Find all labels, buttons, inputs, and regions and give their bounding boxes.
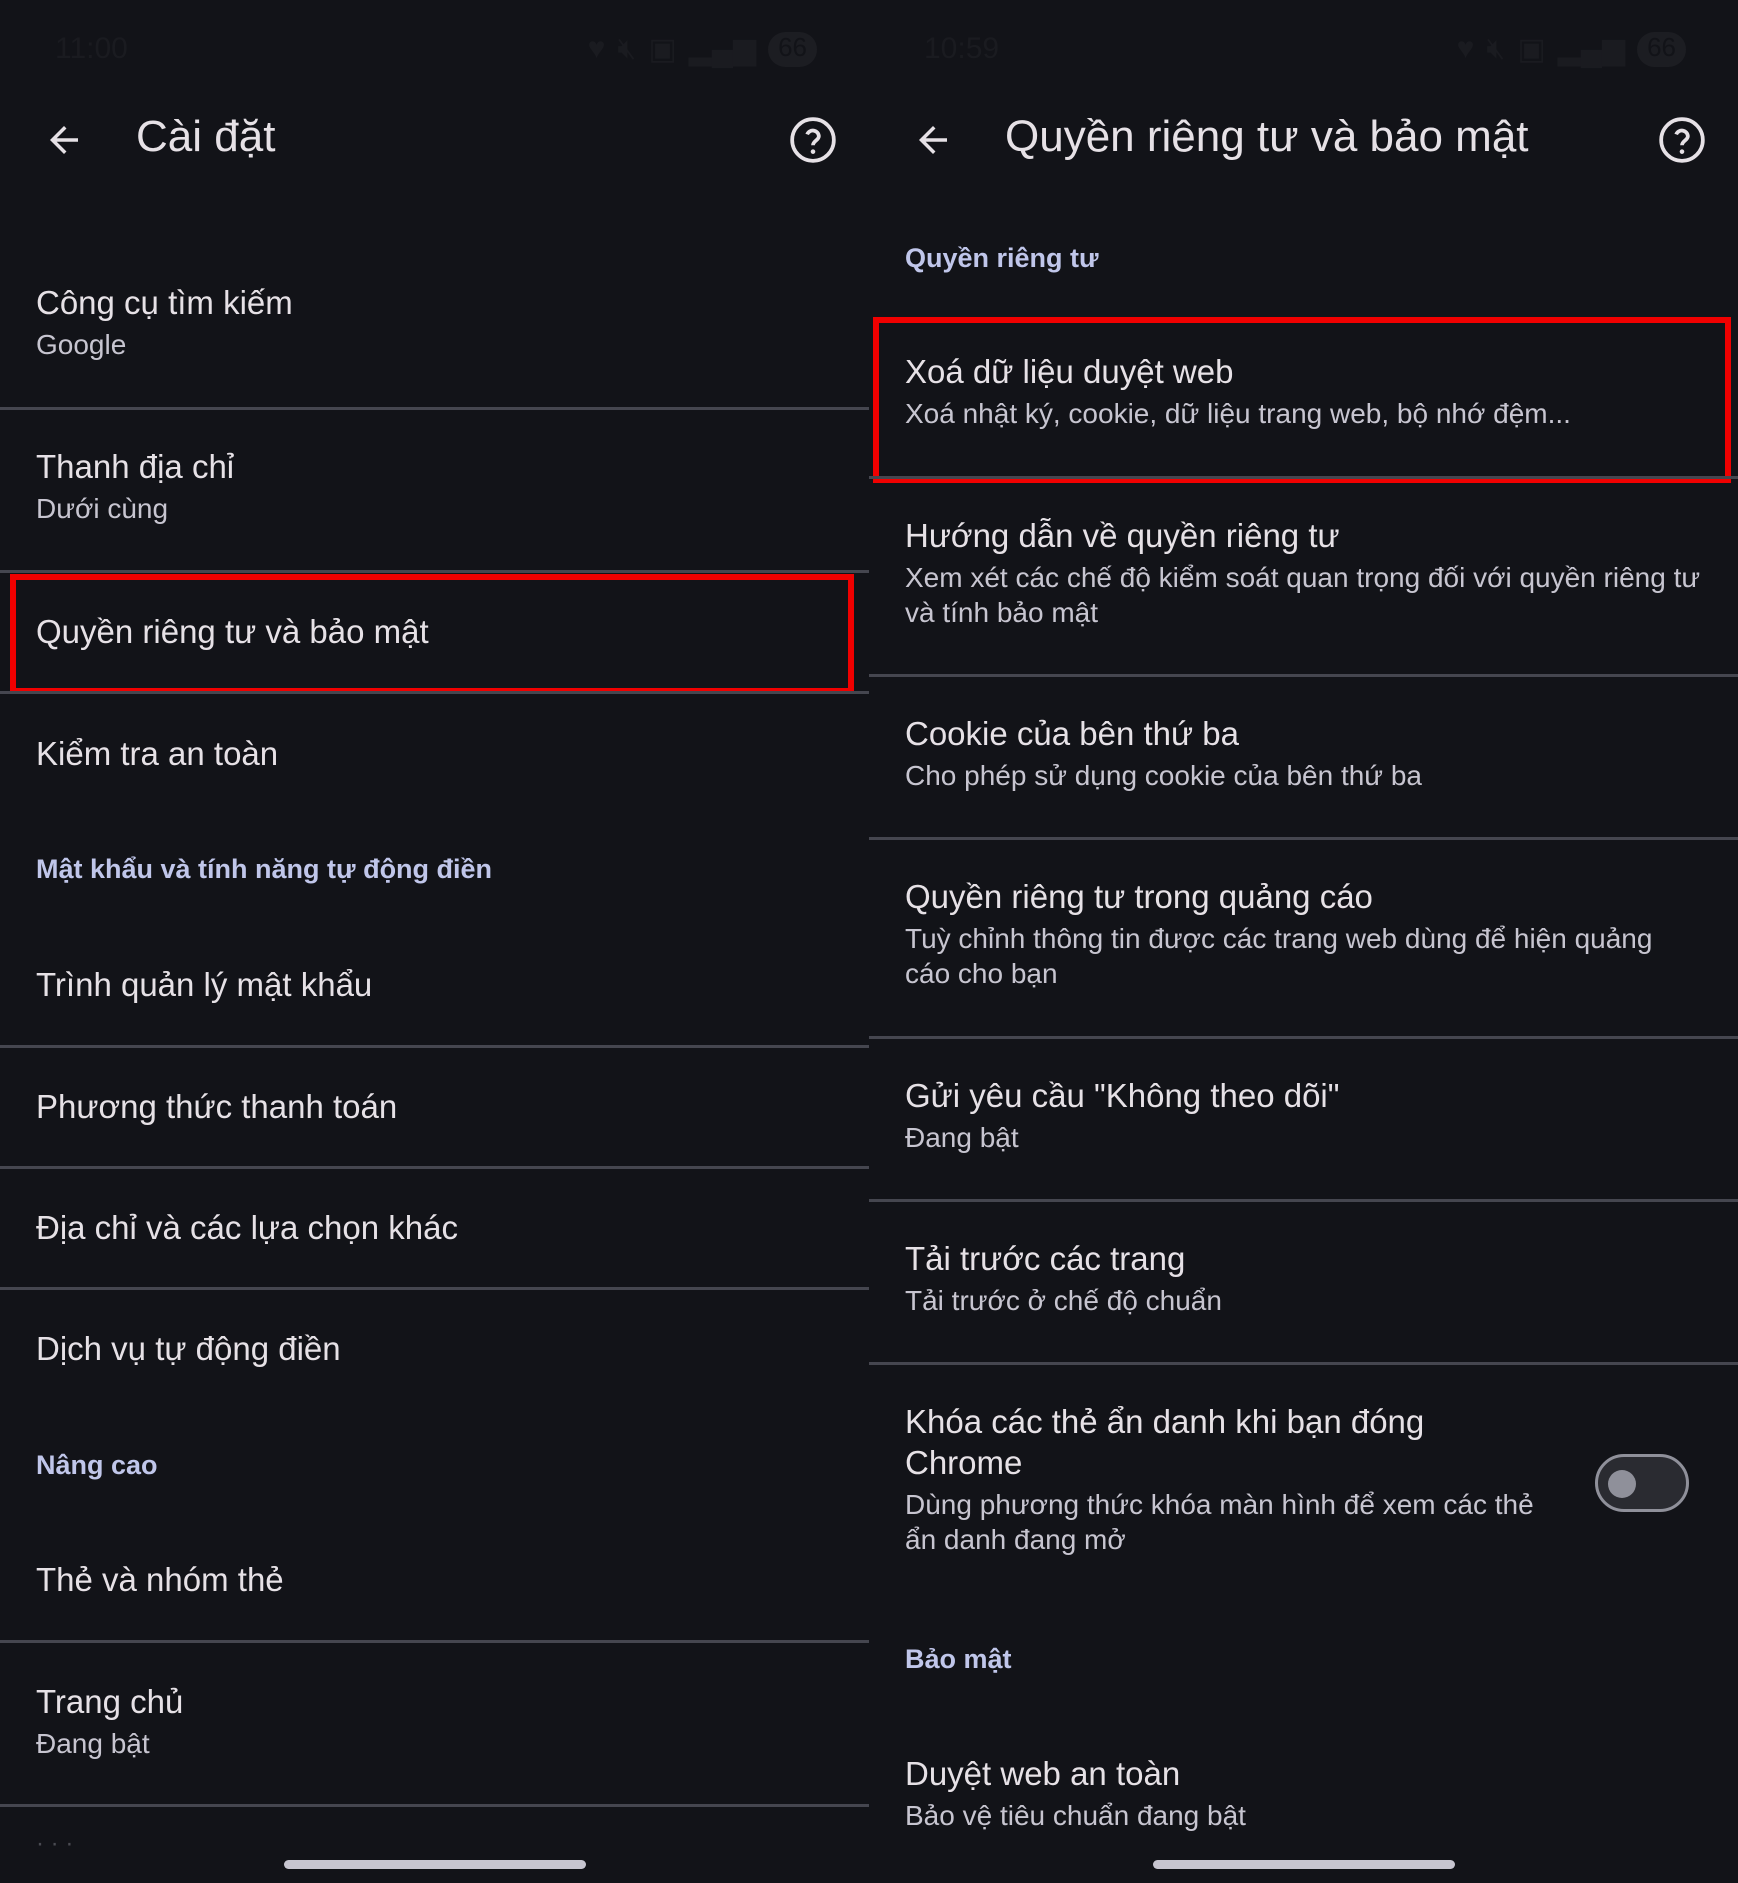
status-bar: 11:00 ♥ 🔇︎ ▣ ▂▄▆ 66 — [0, 28, 869, 68]
network-icon: ▣ — [648, 33, 677, 66]
divider — [869, 1199, 1738, 1202]
divider — [0, 1166, 869, 1169]
back-arrow-icon — [50, 126, 78, 154]
page-title: Quyền riêng tư và bảo mật — [1005, 112, 1529, 161]
app-bar: Cài đặt — [0, 100, 869, 180]
home-indicator[interactable] — [283, 1860, 586, 1869]
item-title: Thanh địa chỉ — [36, 448, 235, 485]
item-subtitle: Dùng phương thức khóa màn hình để xem cá… — [905, 1489, 1534, 1555]
home-indicator[interactable] — [1152, 1860, 1455, 1869]
divider — [869, 837, 1738, 840]
list-item-homepage[interactable]: Trang chủ Đang bật — [0, 1681, 869, 1761]
list-item-preload-pages[interactable]: Tải trước các trang Tải trước ở chế độ c… — [869, 1238, 1738, 1318]
divider — [0, 1804, 869, 1807]
item-title: Trình quản lý mật khẩu — [36, 966, 373, 1003]
signal-icon: ▂▄▆ — [688, 33, 757, 66]
section-header-passwords: Mật khẩu và tính năng tự động điền — [36, 854, 493, 884]
list-item-password-manager[interactable]: Trình quản lý mật khẩu — [0, 964, 869, 1005]
divider — [869, 674, 1738, 677]
item-title: Hướng dẫn về quyền riêng tư — [905, 517, 1340, 554]
lock-incognito-toggle[interactable] — [1595, 1454, 1689, 1512]
divider — [0, 691, 869, 694]
item-title: Cookie của bên thứ ba — [905, 715, 1239, 752]
status-icons: ♥ 🔇︎ ▣ ▂▄▆ 66 — [588, 32, 817, 67]
back-arrow-icon — [919, 126, 947, 154]
status-time: 10:59 — [924, 32, 1000, 65]
list-item-safe-browsing[interactable]: Duyệt web an toàn Bảo vệ tiêu chuẩn đang… — [869, 1753, 1738, 1833]
item-subtitle: Tải trước ở chế độ chuẩn — [905, 1285, 1222, 1316]
item-subtitle: Tuỳ chỉnh thông tin được các trang web d… — [905, 923, 1653, 989]
divider — [869, 1362, 1738, 1365]
item-subtitle: Google — [36, 329, 127, 360]
status-bar: 10:59 ♥ 🔇︎ ▣ ▂▄▆ 66 — [869, 28, 1738, 68]
signal-icon: ▂▄▆ — [1557, 33, 1626, 66]
item-title: Địa chỉ và các lựa chọn khác — [36, 1209, 458, 1246]
item-title: Duyệt web an toàn — [905, 1755, 1181, 1792]
item-title: Thẻ và nhóm thẻ — [36, 1561, 284, 1598]
item-title: Khóa các thẻ ẩn danh khi bạn đóng Chrome — [905, 1403, 1425, 1481]
app-bar: Quyền riêng tư và bảo mật — [869, 100, 1738, 180]
privacy-security-screen: 10:59 ♥ 🔇︎ ▣ ▂▄▆ 66 Quyền riêng tư và bả… — [869, 0, 1738, 1883]
settings-screen: 11:00 ♥ 🔇︎ ▣ ▂▄▆ 66 Cài đặt Công cụ tìm … — [0, 0, 869, 1883]
item-title: Công cụ tìm kiếm — [36, 284, 293, 321]
item-subtitle: Dưới cùng — [36, 493, 169, 524]
partial-item-text: · · · — [36, 1830, 74, 1857]
list-item-autofill-service[interactable]: Dịch vụ tự động điền — [0, 1328, 869, 1369]
list-item-addresses[interactable]: Địa chỉ và các lựa chọn khác — [0, 1207, 869, 1248]
list-item-safety-check[interactable]: Kiểm tra an toàn — [0, 733, 869, 774]
heart-icon: ♥ — [1456, 32, 1475, 65]
help-icon — [790, 117, 836, 163]
highlight-box — [10, 574, 854, 694]
divider — [0, 1640, 869, 1643]
divider — [0, 570, 869, 573]
page-title: Cài đặt — [136, 112, 276, 161]
back-button[interactable] — [38, 114, 90, 166]
divider — [869, 476, 1738, 479]
list-item-ad-privacy[interactable]: Quyền riêng tư trong quảng cáo Tuỳ chỉnh… — [869, 876, 1738, 991]
list-item-do-not-track[interactable]: Gửi yêu cầu "Không theo dõi" Đang bật — [869, 1075, 1738, 1155]
item-subtitle: Đang bật — [36, 1728, 150, 1759]
mute-icon: 🔇︎ — [617, 32, 637, 65]
item-title: Dịch vụ tự động điền — [36, 1330, 341, 1367]
status-icons: ♥ 🔇︎ ▣ ▂▄▆ 66 — [1457, 32, 1686, 67]
section-header-privacy: Quyền riêng tư — [905, 243, 1099, 273]
list-item-third-party-cookies[interactable]: Cookie của bên thứ ba Cho phép sử dụng c… — [869, 713, 1738, 793]
item-title: Phương thức thanh toán — [36, 1088, 398, 1125]
item-subtitle: Đang bật — [905, 1122, 1019, 1153]
divider — [0, 1287, 869, 1290]
divider — [0, 1045, 869, 1048]
list-item-address-bar[interactable]: Thanh địa chỉ Dưới cùng — [0, 446, 869, 526]
help-icon — [1659, 117, 1705, 163]
mute-icon: 🔇︎ — [1486, 32, 1506, 65]
divider — [869, 1036, 1738, 1039]
network-icon: ▣ — [1517, 33, 1546, 66]
status-time: 11:00 — [55, 32, 128, 65]
toggle-knob — [1608, 1470, 1636, 1498]
list-item-payment-methods[interactable]: Phương thức thanh toán — [0, 1086, 869, 1127]
back-button[interactable] — [907, 114, 959, 166]
list-item-search-engine[interactable]: Công cụ tìm kiếm Google — [0, 282, 869, 362]
item-title: Tải trước các trang — [905, 1240, 1186, 1277]
battery-indicator: 66 — [1637, 32, 1686, 67]
help-button[interactable] — [1656, 114, 1708, 166]
item-subtitle: Cho phép sử dụng cookie của bên thứ ba — [905, 760, 1422, 791]
item-title: Quyền riêng tư trong quảng cáo — [905, 878, 1373, 915]
divider — [0, 407, 869, 410]
list-item-privacy-guide[interactable]: Hướng dẫn về quyền riêng tư Xem xét các … — [869, 515, 1738, 630]
highlight-box — [873, 317, 1731, 483]
heart-icon: ♥ — [587, 32, 606, 65]
item-title: Trang chủ — [36, 1683, 184, 1720]
help-button[interactable] — [787, 114, 839, 166]
list-item-tabs-groups[interactable]: Thẻ và nhóm thẻ — [0, 1559, 869, 1600]
item-title: Kiểm tra an toàn — [36, 735, 279, 772]
item-subtitle: Bảo vệ tiêu chuẩn đang bật — [905, 1800, 1246, 1831]
section-header-security: Bảo mật — [905, 1644, 1012, 1674]
battery-indicator: 66 — [768, 32, 817, 67]
section-header-advanced: Nâng cao — [36, 1450, 158, 1480]
item-title: Gửi yêu cầu "Không theo dõi" — [905, 1077, 1340, 1114]
item-subtitle: Xem xét các chế độ kiểm soát quan trọng … — [905, 562, 1701, 628]
